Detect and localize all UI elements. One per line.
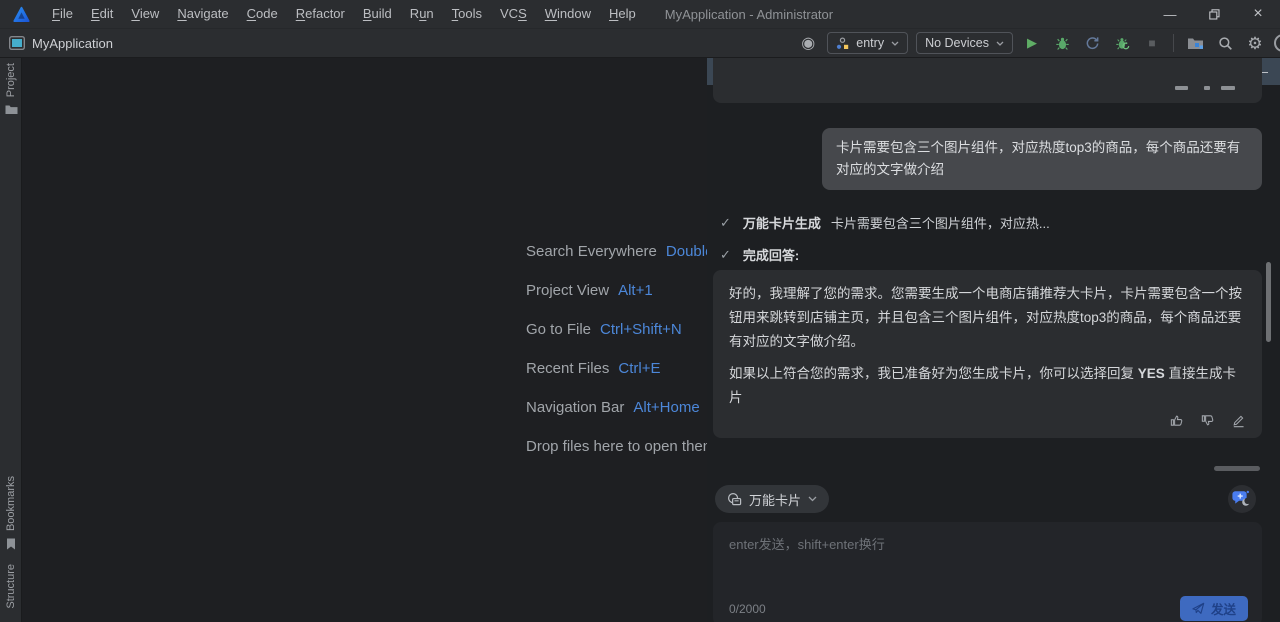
chat-area: 卡片需要包含三个图片组件，对应热度top3的商品，每个商品还要有对应的文字做介绍… — [707, 85, 1280, 622]
window-controls: — × — [1148, 0, 1280, 28]
run-config-selector[interactable]: entry — [827, 32, 908, 54]
menu-window[interactable]: Window — [536, 0, 600, 28]
settings-gear-icon[interactable]: ⚙ — [1244, 32, 1266, 54]
partial-thumb-up-icon[interactable] — [1175, 86, 1188, 90]
title-bar: FileEditViewNavigateCodeRefactorBuildRun… — [0, 0, 1280, 28]
stop-button[interactable]: ■ — [1141, 32, 1163, 54]
sidebar-item-structure[interactable]: Structure — [5, 564, 17, 609]
menu-refactor[interactable]: Refactor — [287, 0, 354, 28]
edit-icon[interactable] — [1230, 412, 1246, 428]
menu-code[interactable]: Code — [238, 0, 287, 28]
step-answer-complete: ✓ 完成回答: — [720, 245, 799, 264]
step-card-generation: ✓ 万能卡片生成 卡片需要包含三个图片组件，对应热... — [720, 213, 1050, 232]
window-title: MyApplication - Administrator — [665, 7, 833, 22]
send-button[interactable]: 发送 — [1180, 596, 1248, 621]
menu-run[interactable]: Run — [401, 0, 443, 28]
menu-bar: FileEditViewNavigateCodeRefactorBuildRun… — [43, 0, 645, 28]
project-icon — [9, 36, 25, 50]
debug-button[interactable] — [1051, 32, 1073, 54]
paper-plane-icon — [1192, 602, 1205, 615]
user-message-bubble: 卡片需要包含三个图片组件，对应热度top3的商品，每个商品还要有对应的文字做介绍 — [822, 128, 1262, 190]
new-chat-button[interactable] — [1228, 485, 1256, 513]
menu-edit[interactable]: Edit — [82, 0, 122, 28]
target-device-icon[interactable]: ◉ — [797, 32, 819, 54]
agent-selector-pill[interactable]: 万能卡片 — [715, 485, 829, 513]
folder-icon — [5, 104, 18, 115]
device-selector[interactable]: No Devices — [916, 32, 1013, 54]
search-icon[interactable] — [1214, 32, 1236, 54]
chevron-down-icon — [808, 496, 817, 502]
partial-thumb-down-icon[interactable] — [1204, 86, 1210, 90]
menu-navigate[interactable]: Navigate — [168, 0, 237, 28]
device-manager-icon[interactable] — [1184, 32, 1206, 54]
attach-debugger-button[interactable] — [1111, 32, 1133, 54]
main-toolbar: MyApplication ◉ entry No Devices — [0, 28, 1280, 58]
sidebar-item-bookmarks[interactable]: Bookmarks — [5, 476, 17, 550]
left-tool-strip: Project Bookmarks Structure — [0, 58, 22, 622]
menu-tools[interactable]: Tools — [443, 0, 491, 28]
previous-message-partial — [713, 58, 1262, 103]
profile-icon[interactable] — [1274, 34, 1280, 52]
deveco-logo-icon — [13, 6, 30, 23]
close-icon[interactable]: × — [1236, 0, 1280, 28]
restore-icon[interactable] — [1192, 0, 1236, 28]
menu-view[interactable]: View — [122, 0, 168, 28]
thumb-down-icon[interactable] — [1199, 412, 1215, 428]
chat-scrollbar-thumb[interactable] — [1266, 262, 1271, 342]
chevron-down-icon — [891, 41, 899, 46]
profiler-button[interactable] — [1081, 32, 1103, 54]
menu-build[interactable]: Build — [354, 0, 401, 28]
menu-help[interactable]: Help — [600, 0, 645, 28]
check-icon: ✓ — [720, 247, 731, 263]
menu-vcs[interactable]: VCS — [491, 0, 536, 28]
reply-actions — [729, 412, 1246, 430]
assistant-panel: Intelligent Coding Assistant ⚙ — 卡片需要包含三… — [707, 58, 1280, 622]
panel-resize-handle[interactable] — [1214, 466, 1260, 471]
check-icon: ✓ — [720, 215, 731, 231]
module-icon — [836, 37, 849, 50]
ide-window: FileEditViewNavigateCodeRefactorBuildRun… — [0, 0, 1280, 622]
bookmark-icon — [6, 538, 16, 550]
minimize-icon[interactable]: — — [1148, 0, 1192, 28]
card-agent-icon — [727, 492, 742, 507]
menu-file[interactable]: File — [43, 0, 82, 28]
message-input[interactable]: enter发送，shift+enter换行 — [729, 534, 1246, 574]
thumb-up-icon[interactable] — [1168, 412, 1184, 428]
chevron-down-icon — [996, 41, 1004, 46]
project-widget[interactable]: MyApplication — [9, 36, 113, 51]
sidebar-item-project[interactable]: Project — [0, 63, 22, 115]
char-counter: 0/2000 — [729, 602, 766, 616]
assistant-reply-box: 好的，我理解了您的需求。您需要生成一个电商店铺推荐大卡片，卡片需要包含一个按钮用… — [713, 270, 1262, 438]
toolbar-divider — [1173, 34, 1174, 52]
run-button[interactable]: ▶ — [1021, 32, 1043, 54]
partial-edit-icon[interactable] — [1221, 86, 1235, 90]
input-bottom-row: 0/2000 发送 — [729, 596, 1248, 621]
message-input-box: enter发送，shift+enter换行 0/2000 发送 — [713, 522, 1262, 622]
reply-paragraph-2: 如果以上符合您的需求，我已准备好为您生成卡片，你可以选择回复 YES 直接生成卡… — [729, 362, 1246, 410]
reply-paragraph-1: 好的，我理解了您的需求。您需要生成一个电商店铺推荐大卡片，卡片需要包含一个按钮用… — [729, 282, 1246, 354]
